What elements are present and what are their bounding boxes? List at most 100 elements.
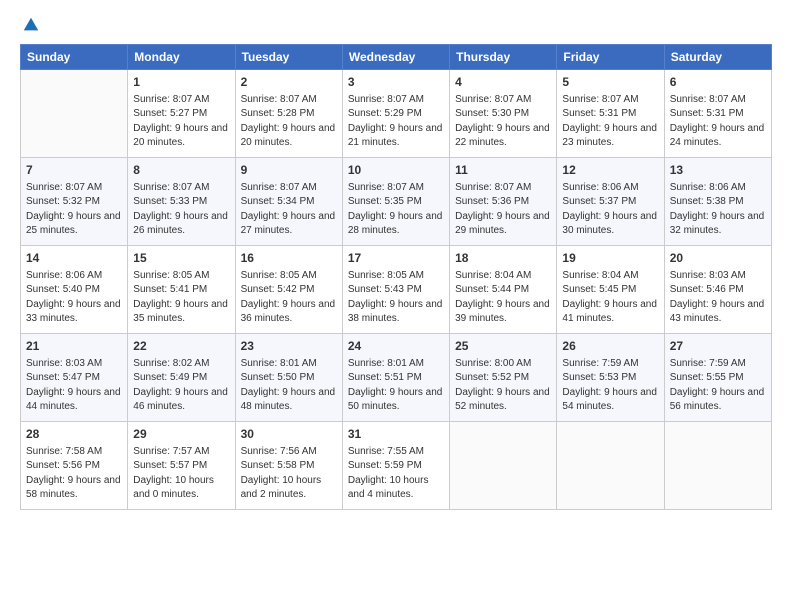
cell-3-1: 22 Sunrise: 8:02 AMSunset: 5:49 PMDayligh… [128, 334, 235, 422]
cell-3-2: 23 Sunrise: 8:01 AMSunset: 5:50 PMDayligh… [235, 334, 342, 422]
day-detail: Sunrise: 8:07 AMSunset: 5:35 PMDaylight:… [348, 181, 444, 239]
cell-2-4: 18 Sunrise: 8:04 AMSunset: 5:44 PMDayligh… [450, 246, 557, 334]
week-row-2: 7 Sunrise: 8:07 AMSunset: 5:32 PMDaylight… [21, 158, 772, 246]
cell-1-5: 12 Sunrise: 8:06 AMSunset: 5:37 PMDayligh… [557, 158, 664, 246]
day-number: 22 [133, 338, 229, 355]
cell-1-0: 7 Sunrise: 8:07 AMSunset: 5:32 PMDaylight… [21, 158, 128, 246]
day-number: 5 [562, 74, 658, 91]
day-number: 8 [133, 162, 229, 179]
day-detail: Sunrise: 8:04 AMSunset: 5:44 PMDaylight:… [455, 269, 551, 327]
day-number: 17 [348, 250, 444, 267]
cell-3-5: 26 Sunrise: 7:59 AMSunset: 5:53 PMDayligh… [557, 334, 664, 422]
day-detail: Sunrise: 7:55 AMSunset: 5:59 PMDaylight:… [348, 445, 444, 503]
header-monday: Monday [128, 45, 235, 70]
day-detail: Sunrise: 8:07 AMSunset: 5:34 PMDaylight:… [241, 181, 337, 239]
cell-0-1: 1 Sunrise: 8:07 AMSunset: 5:27 PMDaylight… [128, 70, 235, 158]
day-detail: Sunrise: 8:06 AMSunset: 5:37 PMDaylight:… [562, 181, 658, 239]
day-number: 26 [562, 338, 658, 355]
cell-3-6: 27Sunrise: 7:59 AMSunset: 5:55 PMDayligh… [664, 334, 771, 422]
day-number: 24 [348, 338, 444, 355]
day-detail: Sunrise: 8:07 AMSunset: 5:36 PMDaylight:… [455, 181, 551, 239]
logo [20, 16, 40, 34]
week-row-3: 14Sunrise: 8:06 AMSunset: 5:40 PMDayligh… [21, 246, 772, 334]
day-number: 23 [241, 338, 337, 355]
day-number: 12 [562, 162, 658, 179]
header-wednesday: Wednesday [342, 45, 449, 70]
cell-1-2: 9 Sunrise: 8:07 AMSunset: 5:34 PMDaylight… [235, 158, 342, 246]
cell-0-5: 5 Sunrise: 8:07 AMSunset: 5:31 PMDaylight… [557, 70, 664, 158]
day-number: 10 [348, 162, 444, 179]
day-number: 13 [670, 162, 766, 179]
day-detail: Sunrise: 8:07 AMSunset: 5:29 PMDaylight:… [348, 93, 444, 151]
day-detail: Sunrise: 8:07 AMSunset: 5:28 PMDaylight:… [241, 93, 337, 151]
cell-2-3: 17 Sunrise: 8:05 AMSunset: 5:43 PMDayligh… [342, 246, 449, 334]
header-friday: Friday [557, 45, 664, 70]
calendar-table: Sunday Monday Tuesday Wednesday Thursday… [20, 44, 772, 510]
day-detail: Sunrise: 8:07 AMSunset: 5:31 PMDaylight:… [670, 93, 766, 151]
day-detail: Sunrise: 8:03 AMSunset: 5:46 PMDaylight:… [670, 269, 766, 327]
day-number: 18 [455, 250, 551, 267]
cell-1-6: 13 Sunrise: 8:06 AMSunset: 5:38 PMDayligh… [664, 158, 771, 246]
cell-0-6: 6 Sunrise: 8:07 AMSunset: 5:31 PMDaylight… [664, 70, 771, 158]
cell-3-4: 25Sunrise: 8:00 AMSunset: 5:52 PMDayligh… [450, 334, 557, 422]
cell-1-3: 10 Sunrise: 8:07 AMSunset: 5:35 PMDayligh… [342, 158, 449, 246]
day-number: 3 [348, 74, 444, 91]
cell-3-0: 21 Sunrise: 8:03 AMSunset: 5:47 PMDayligh… [21, 334, 128, 422]
week-row-5: 28 Sunrise: 7:58 AMSunset: 5:56 PMDayligh… [21, 422, 772, 510]
day-number: 6 [670, 74, 766, 91]
weekday-header-row: Sunday Monday Tuesday Wednesday Thursday… [21, 45, 772, 70]
day-number: 14 [26, 250, 122, 267]
cell-4-0: 28 Sunrise: 7:58 AMSunset: 5:56 PMDayligh… [21, 422, 128, 510]
day-number: 2 [241, 74, 337, 91]
day-detail: Sunrise: 8:01 AMSunset: 5:51 PMDaylight:… [348, 357, 444, 415]
day-number: 16 [241, 250, 337, 267]
cell-0-3: 3 Sunrise: 8:07 AMSunset: 5:29 PMDaylight… [342, 70, 449, 158]
page-header [20, 16, 772, 34]
day-detail: Sunrise: 8:04 AMSunset: 5:45 PMDaylight:… [562, 269, 658, 327]
calendar-page: Sunday Monday Tuesday Wednesday Thursday… [0, 0, 792, 612]
day-detail: Sunrise: 7:59 AMSunset: 5:53 PMDaylight:… [562, 357, 658, 415]
cell-4-3: 31 Sunrise: 7:55 AMSunset: 5:59 PMDayligh… [342, 422, 449, 510]
day-number: 28 [26, 426, 122, 443]
day-detail: Sunrise: 8:02 AMSunset: 5:49 PMDaylight:… [133, 357, 229, 415]
week-row-1: 1 Sunrise: 8:07 AMSunset: 5:27 PMDaylight… [21, 70, 772, 158]
day-number: 31 [348, 426, 444, 443]
cell-2-2: 16 Sunrise: 8:05 AMSunset: 5:42 PMDayligh… [235, 246, 342, 334]
day-number: 11 [455, 162, 551, 179]
day-detail: Sunrise: 8:05 AMSunset: 5:42 PMDaylight:… [241, 269, 337, 327]
day-detail: Sunrise: 7:56 AMSunset: 5:58 PMDaylight:… [241, 445, 337, 503]
cell-4-6 [664, 422, 771, 510]
cell-4-2: 30 Sunrise: 7:56 AMSunset: 5:58 PMDayligh… [235, 422, 342, 510]
day-detail: Sunrise: 8:07 AMSunset: 5:32 PMDaylight:… [26, 181, 122, 239]
cell-0-0 [21, 70, 128, 158]
day-number: 20 [670, 250, 766, 267]
day-number: 9 [241, 162, 337, 179]
day-detail: Sunrise: 8:05 AMSunset: 5:43 PMDaylight:… [348, 269, 444, 327]
day-detail: Sunrise: 7:58 AMSunset: 5:56 PMDaylight:… [26, 445, 122, 503]
day-number: 4 [455, 74, 551, 91]
day-detail: Sunrise: 8:07 AMSunset: 5:31 PMDaylight:… [562, 93, 658, 151]
day-number: 21 [26, 338, 122, 355]
day-detail: Sunrise: 8:07 AMSunset: 5:27 PMDaylight:… [133, 93, 229, 151]
header-tuesday: Tuesday [235, 45, 342, 70]
day-detail: Sunrise: 8:05 AMSunset: 5:41 PMDaylight:… [133, 269, 229, 327]
header-thursday: Thursday [450, 45, 557, 70]
cell-2-0: 14Sunrise: 8:06 AMSunset: 5:40 PMDayligh… [21, 246, 128, 334]
day-detail: Sunrise: 8:01 AMSunset: 5:50 PMDaylight:… [241, 357, 337, 415]
day-detail: Sunrise: 7:59 AMSunset: 5:55 PMDaylight:… [670, 357, 766, 415]
cell-2-5: 19Sunrise: 8:04 AMSunset: 5:45 PMDayligh… [557, 246, 664, 334]
day-detail: Sunrise: 8:00 AMSunset: 5:52 PMDaylight:… [455, 357, 551, 415]
day-detail: Sunrise: 8:07 AMSunset: 5:33 PMDaylight:… [133, 181, 229, 239]
cell-0-4: 4Sunrise: 8:07 AMSunset: 5:30 PMDaylight… [450, 70, 557, 158]
day-number: 30 [241, 426, 337, 443]
day-detail: Sunrise: 8:06 AMSunset: 5:38 PMDaylight:… [670, 181, 766, 239]
cell-1-1: 8 Sunrise: 8:07 AMSunset: 5:33 PMDaylight… [128, 158, 235, 246]
cell-4-5 [557, 422, 664, 510]
cell-4-4 [450, 422, 557, 510]
day-number: 15 [133, 250, 229, 267]
day-number: 1 [133, 74, 229, 91]
day-detail: Sunrise: 8:03 AMSunset: 5:47 PMDaylight:… [26, 357, 122, 415]
day-detail: Sunrise: 7:57 AMSunset: 5:57 PMDaylight:… [133, 445, 229, 503]
cell-3-3: 24 Sunrise: 8:01 AMSunset: 5:51 PMDayligh… [342, 334, 449, 422]
day-number: 7 [26, 162, 122, 179]
